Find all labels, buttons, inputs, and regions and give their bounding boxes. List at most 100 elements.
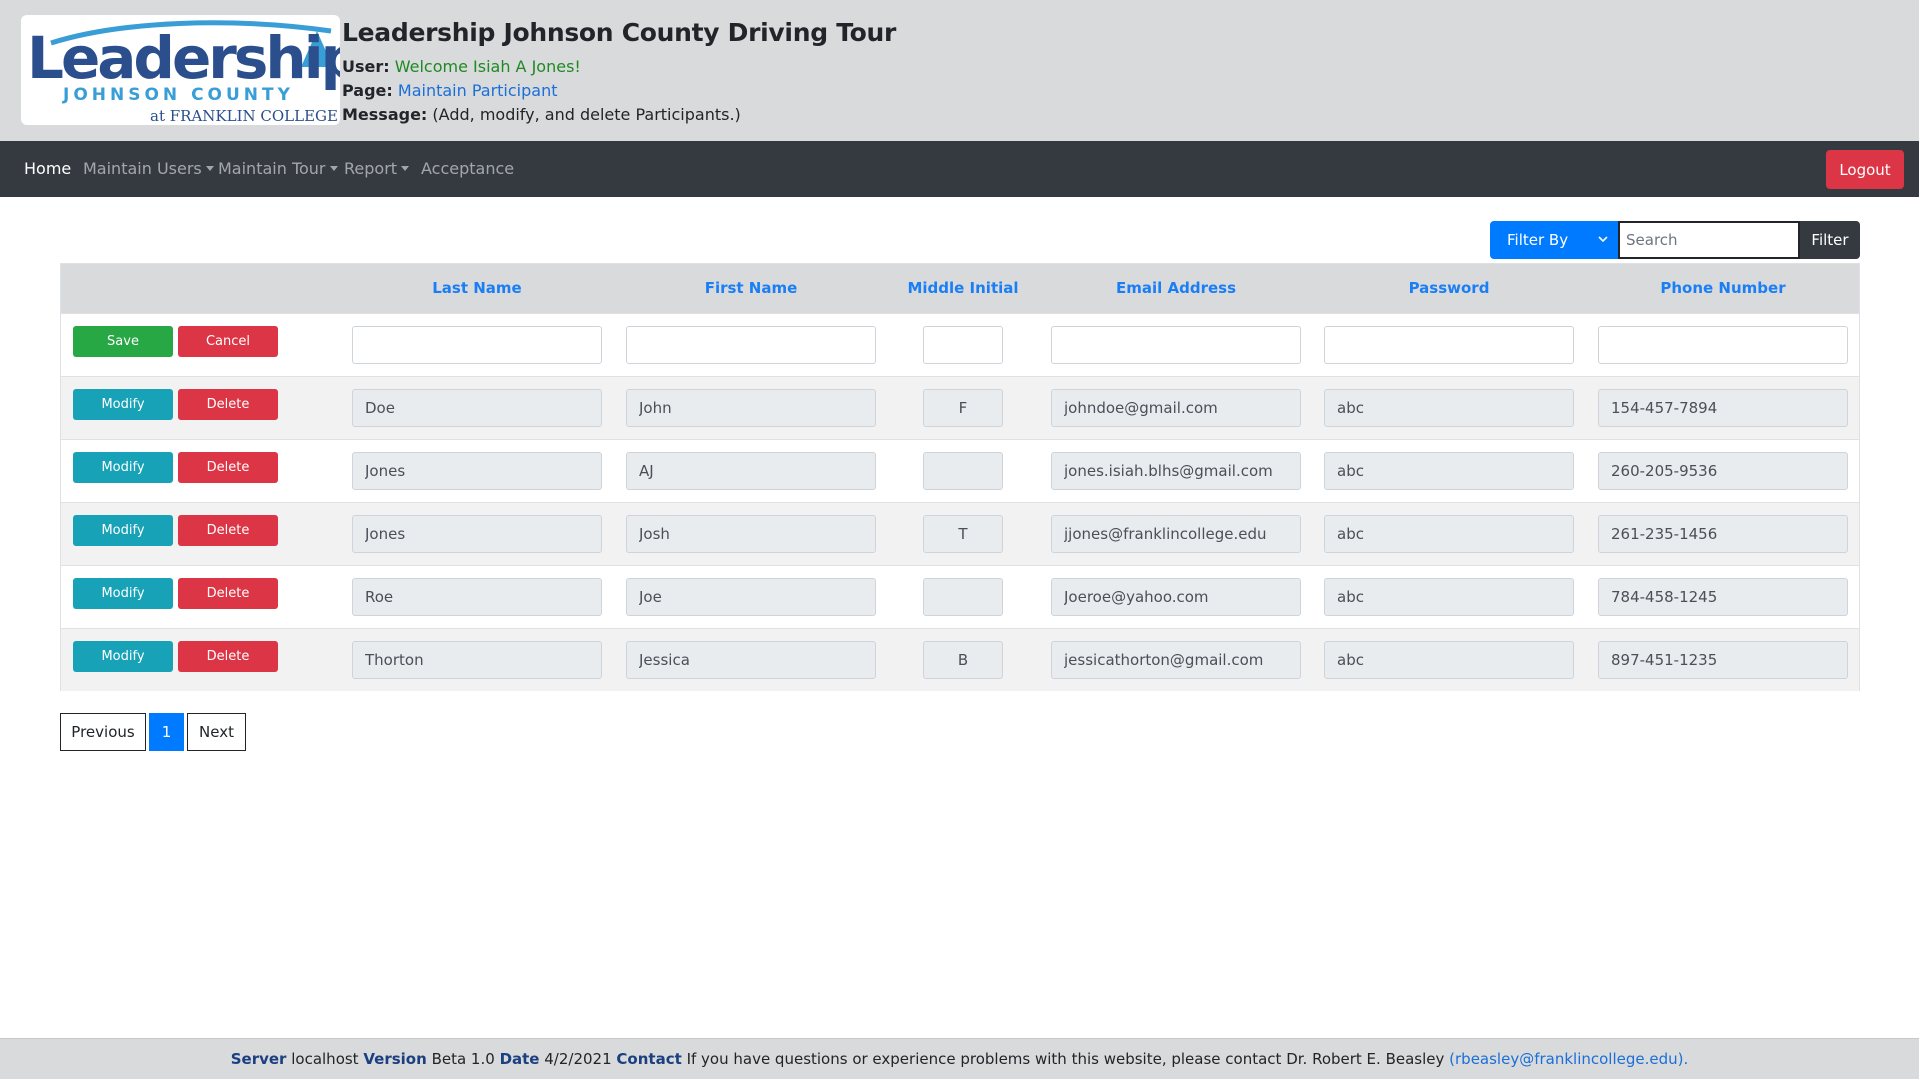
main-navbar: Home Maintain Users Maintain Tour Report…	[0, 141, 1919, 197]
new-first-name-input[interactable]	[626, 326, 876, 364]
first-name-field[interactable]	[626, 578, 876, 616]
new-email-input[interactable]	[1051, 326, 1301, 364]
user-label: User:	[342, 57, 390, 76]
new-password-input[interactable]	[1324, 326, 1574, 364]
new-phone-input[interactable]	[1598, 326, 1848, 364]
footer-contact-email-link[interactable]: (rbeasley@franklincollege.edu).	[1449, 1050, 1688, 1068]
logo-college-text: at FRANKLIN COLLEGE	[150, 107, 338, 125]
password-field[interactable]	[1324, 578, 1574, 616]
email-field[interactable]	[1051, 389, 1301, 427]
filter-button[interactable]: Filter	[1800, 221, 1860, 259]
middle-initial-field[interactable]	[923, 515, 1003, 553]
table-header: Last Name First Name Middle Initial Emai…	[61, 264, 1859, 313]
page-label: Page:	[342, 81, 393, 100]
email-field[interactable]	[1051, 641, 1301, 679]
footer-server-value: localhost	[291, 1050, 359, 1068]
column-last-name[interactable]: Last Name	[352, 264, 602, 313]
footer-version-value: Beta 1.0	[431, 1050, 495, 1068]
caret-down-icon	[205, 166, 214, 171]
password-field[interactable]	[1324, 452, 1574, 490]
nav-home[interactable]: Home	[24, 141, 71, 197]
logout-button[interactable]: Logout	[1826, 150, 1904, 189]
phone-field[interactable]	[1598, 452, 1848, 490]
nav-acceptance[interactable]: Acceptance	[421, 141, 514, 197]
nav-maintain-users-label: Maintain Users	[83, 159, 202, 178]
table-row: Modify Delete	[61, 565, 1859, 628]
last-name-field[interactable]	[352, 641, 602, 679]
user-welcome: Welcome Isiah A Jones!	[394, 57, 581, 76]
new-participant-row: Save Cancel	[61, 313, 1859, 376]
nav-maintain-tour[interactable]: Maintain Tour	[218, 141, 338, 197]
delete-button[interactable]: Delete	[178, 389, 278, 420]
page-header: Leadership JOHNSON COUNTY at FRANKLIN CO…	[0, 0, 1919, 141]
phone-field[interactable]	[1598, 389, 1848, 427]
modify-button[interactable]: Modify	[73, 578, 173, 609]
new-middle-initial-input[interactable]	[923, 326, 1003, 364]
column-password[interactable]: Password	[1324, 264, 1574, 313]
footer-contact-label: Contact	[616, 1050, 682, 1068]
middle-initial-field[interactable]	[923, 452, 1003, 490]
modify-button[interactable]: Modify	[73, 641, 173, 672]
modify-button[interactable]: Modify	[73, 452, 173, 483]
leadership-logo[interactable]: Leadership JOHNSON COUNTY at FRANKLIN CO…	[21, 15, 340, 125]
caret-down-icon	[401, 166, 410, 171]
search-input[interactable]	[1618, 221, 1800, 259]
pagination-previous[interactable]: Previous	[60, 713, 146, 751]
nav-report[interactable]: Report	[344, 141, 410, 197]
logo-wordmark: Leadership	[27, 24, 340, 92]
password-field[interactable]	[1324, 641, 1574, 679]
first-name-field[interactable]	[626, 515, 876, 553]
caret-down-icon	[329, 166, 338, 171]
footer-server-label: Server	[230, 1050, 287, 1068]
table-row: Modify Delete	[61, 439, 1859, 502]
modify-button[interactable]: Modify	[73, 515, 173, 546]
phone-field[interactable]	[1598, 641, 1848, 679]
first-name-field[interactable]	[626, 389, 876, 427]
delete-button[interactable]: Delete	[178, 641, 278, 672]
password-field[interactable]	[1324, 389, 1574, 427]
pagination-page-1[interactable]: 1	[149, 713, 184, 751]
save-button[interactable]: Save	[73, 326, 173, 357]
middle-initial-field[interactable]	[923, 389, 1003, 427]
message-text: (Add, modify, and delete Participants.)	[432, 105, 741, 124]
column-email-address[interactable]: Email Address	[1051, 264, 1301, 313]
first-name-field[interactable]	[626, 452, 876, 490]
user-line: User: Welcome Isiah A Jones!	[342, 57, 581, 76]
middle-initial-field[interactable]	[923, 641, 1003, 679]
last-name-field[interactable]	[352, 389, 602, 427]
phone-field[interactable]	[1598, 578, 1848, 616]
footer-contact-text: If you have questions or experience prob…	[686, 1050, 1445, 1068]
email-field[interactable]	[1051, 578, 1301, 616]
new-last-name-input[interactable]	[352, 326, 602, 364]
footer-version-label: Version	[363, 1050, 427, 1068]
phone-field[interactable]	[1598, 515, 1848, 553]
last-name-field[interactable]	[352, 578, 602, 616]
nav-maintain-users[interactable]: Maintain Users	[83, 141, 214, 197]
column-first-name[interactable]: First Name	[626, 264, 876, 313]
participants-table: Last Name First Name Middle Initial Emai…	[60, 263, 1860, 691]
email-field[interactable]	[1051, 452, 1301, 490]
filter-by-label: Filter By	[1507, 231, 1569, 249]
last-name-field[interactable]	[352, 515, 602, 553]
message-label: Message:	[342, 105, 428, 124]
footer-date-value: 4/2/2021	[544, 1050, 612, 1068]
cancel-button[interactable]: Cancel	[178, 326, 278, 357]
middle-initial-field[interactable]	[923, 578, 1003, 616]
column-phone-number[interactable]: Phone Number	[1598, 264, 1848, 313]
table-row: Modify Delete	[61, 628, 1859, 691]
delete-button[interactable]: Delete	[178, 578, 278, 609]
logo-county-text: JOHNSON COUNTY	[63, 85, 294, 105]
column-middle-initial[interactable]: Middle Initial	[903, 264, 1023, 313]
password-field[interactable]	[1324, 515, 1574, 553]
email-field[interactable]	[1051, 515, 1301, 553]
last-name-field[interactable]	[352, 452, 602, 490]
delete-button[interactable]: Delete	[178, 515, 278, 546]
table-row: Modify Delete	[61, 376, 1859, 439]
modify-button[interactable]: Modify	[73, 389, 173, 420]
filter-by-select[interactable]: Filter By	[1490, 221, 1618, 259]
delete-button[interactable]: Delete	[178, 452, 278, 483]
pagination-next[interactable]: Next	[187, 713, 246, 751]
first-name-field[interactable]	[626, 641, 876, 679]
nav-maintain-tour-label: Maintain Tour	[218, 159, 326, 178]
nav-report-label: Report	[344, 159, 398, 178]
